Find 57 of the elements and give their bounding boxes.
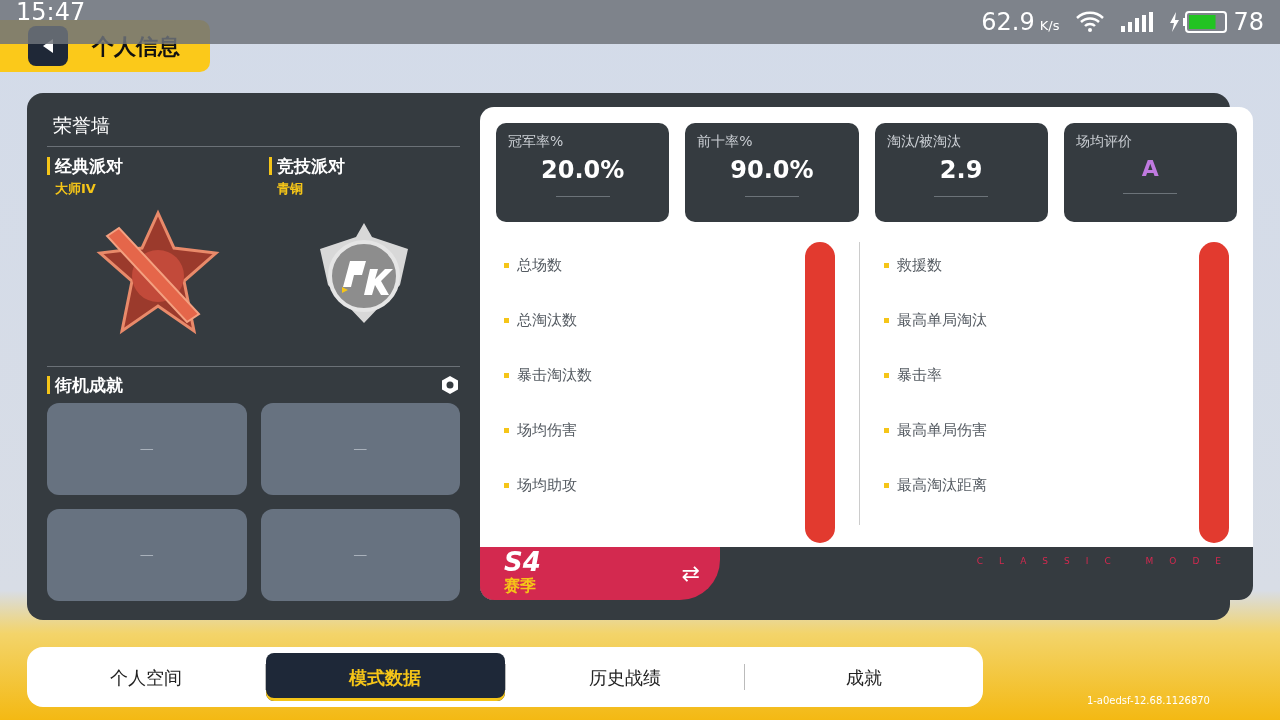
- battery-icon: [1183, 11, 1230, 33]
- bullet-icon: [504, 373, 509, 378]
- stat-name: 暴击淘汰数: [517, 365, 592, 387]
- stat-name: 救援数: [896, 255, 942, 277]
- section-title: 街机成就: [47, 375, 123, 394]
- mode-caption: CLASSIC MODE: [976, 556, 1237, 566]
- stat-value: 90.0%: [729, 155, 815, 186]
- stat-value: 2.9: [938, 155, 984, 186]
- wifi-icon: [1075, 11, 1106, 33]
- rank-label: 青铜: [275, 179, 304, 198]
- bullet-icon: [504, 318, 509, 323]
- stat-label: 场均评价: [1075, 132, 1133, 151]
- season-selector[interactable]: S4 赛季 ⇄: [480, 547, 720, 600]
- bullet-icon: [504, 263, 509, 268]
- stat-name: 总淘汰数: [517, 310, 577, 332]
- mode-title: 经典派对: [47, 156, 123, 175]
- stat-label: 淘汰/被淘汰: [886, 132, 963, 151]
- stat-label: 冠军率%: [508, 132, 565, 151]
- page-title: 个人信息: [92, 32, 180, 61]
- bullet-icon: [883, 318, 889, 323]
- stat-value: 20.0%: [540, 155, 626, 186]
- section-title: 荣誉墙: [52, 113, 111, 138]
- season-label: 赛季: [504, 574, 537, 597]
- signal-icon: [1121, 12, 1154, 32]
- network-speed: 62.9: [981, 8, 1035, 36]
- stat-name: 最高单局淘汰: [896, 310, 987, 332]
- tab[interactable]: 成就: [744, 653, 983, 701]
- grade-value: A: [1140, 155, 1160, 183]
- swap-icon[interactable]: ⇄: [681, 557, 700, 590]
- tab[interactable]: 历史战绩: [505, 653, 744, 701]
- clock-time: 15:47: [16, 0, 86, 28]
- settings-icon[interactable]: [440, 374, 460, 395]
- stat-name: 总场数: [517, 255, 562, 277]
- battery-level: 78: [1233, 7, 1264, 38]
- tab[interactable]: 模式数据: [266, 653, 505, 701]
- bullet-icon: [883, 263, 889, 268]
- stat-name: 最高淘汰距离: [896, 475, 987, 497]
- mode-title: 竞技派对: [268, 156, 345, 175]
- stat-name: 暴击率: [896, 365, 942, 387]
- achievement-slot: —: [260, 508, 460, 601]
- stat-name: 场均伤害: [517, 420, 577, 442]
- bullet-icon: [883, 373, 889, 378]
- version-text: 1-a0edsf-12.68.1126870: [1086, 694, 1210, 708]
- bullet-icon: [883, 428, 889, 433]
- achievement-slot: —: [260, 402, 460, 495]
- stat-name: 最高单局伤害: [896, 420, 987, 442]
- achievement-slot: —: [47, 508, 247, 601]
- stat-name: 场均助攻: [517, 475, 577, 497]
- speed-unit: K/s: [1039, 18, 1060, 33]
- bullet-icon: [504, 483, 509, 488]
- season-code: S4: [504, 549, 541, 574]
- bullet-icon: [883, 483, 889, 488]
- tab[interactable]: 个人空间: [27, 653, 266, 701]
- rank-label: 大师IV: [54, 179, 97, 198]
- bullet-icon: [504, 428, 509, 433]
- achievement-slot: —: [47, 402, 247, 495]
- stat-label: 前十率%: [697, 132, 754, 151]
